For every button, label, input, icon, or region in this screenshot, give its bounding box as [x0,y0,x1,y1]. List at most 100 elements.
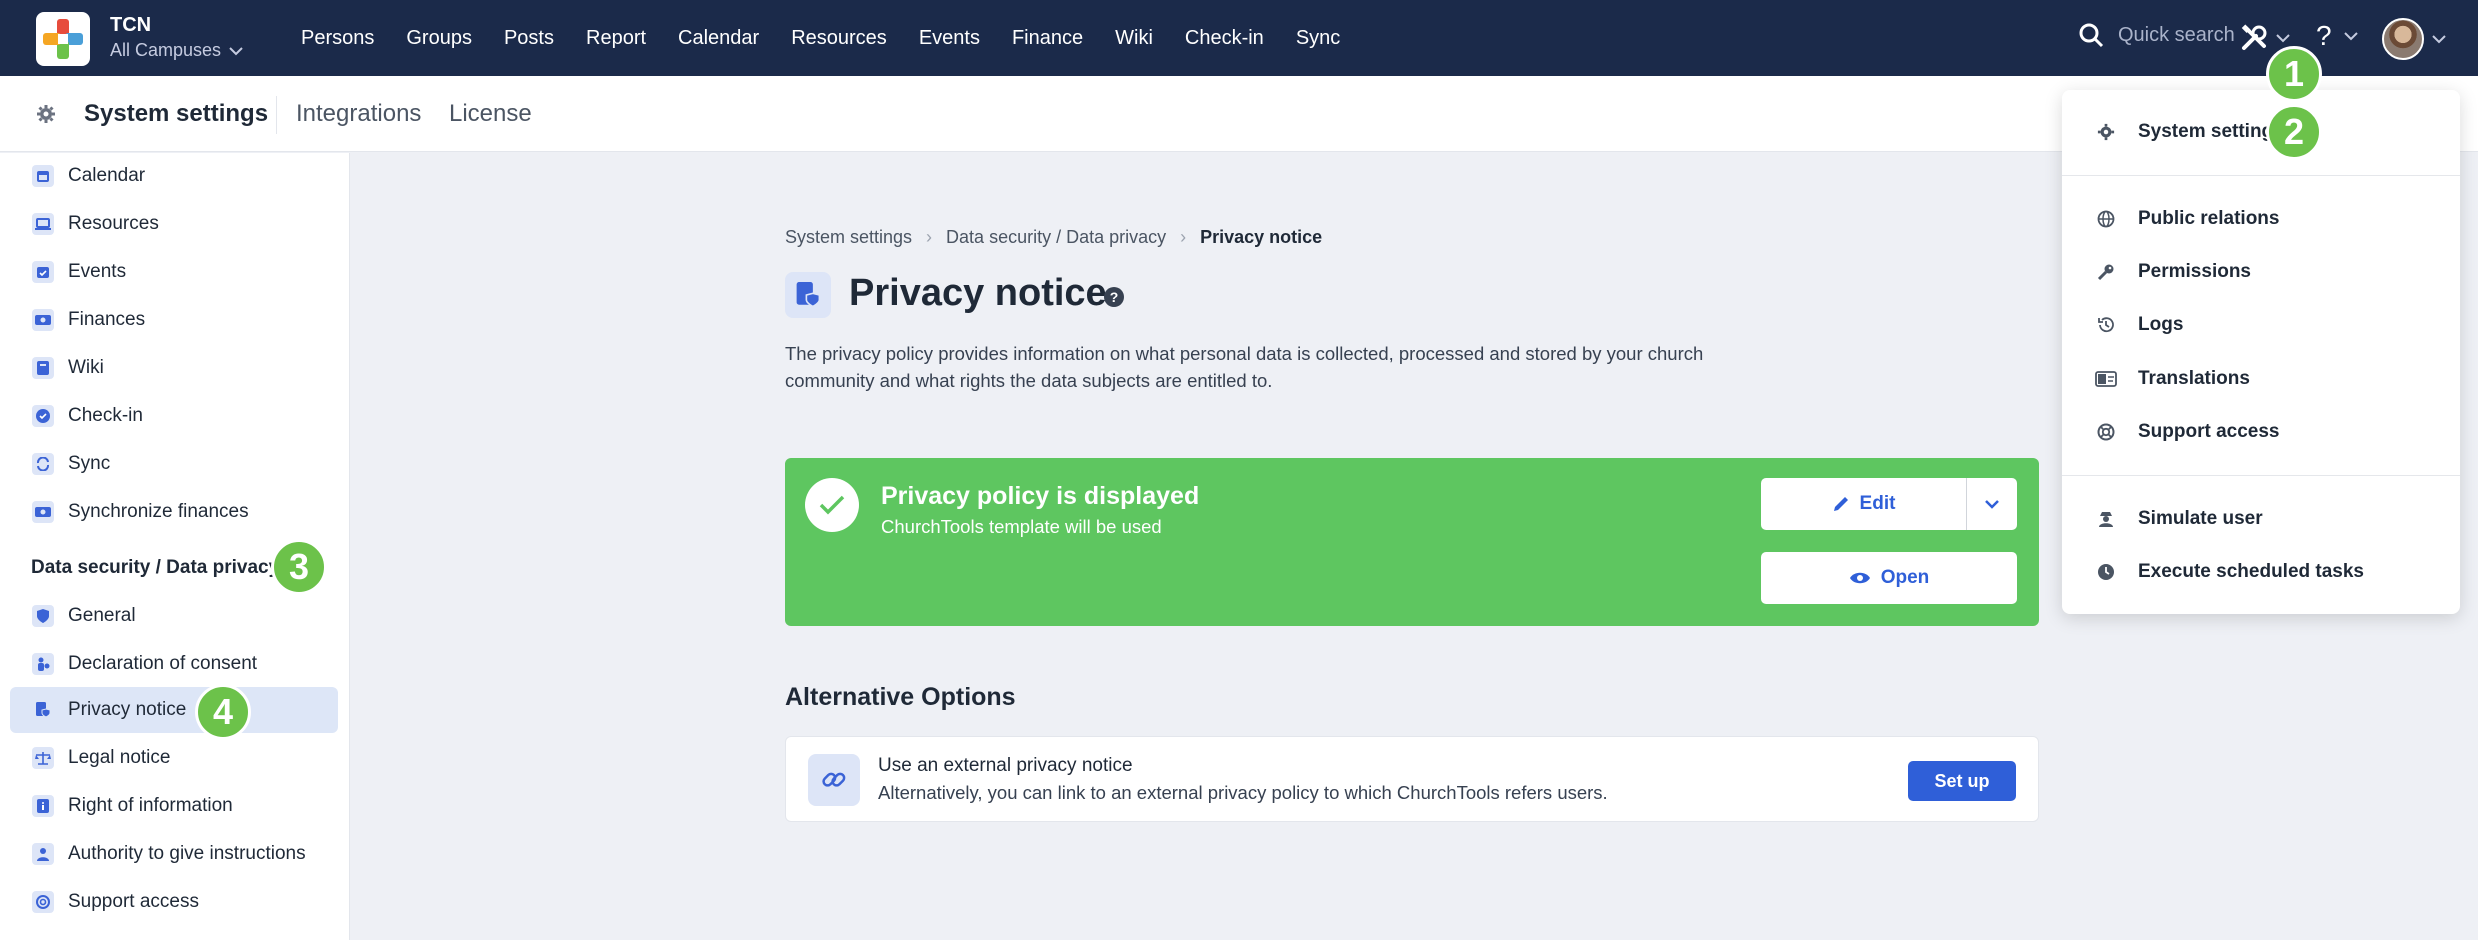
breadcrumb-current: Privacy notice [1200,227,1323,247]
book-info-icon [32,795,54,817]
chevron-right-icon: › [926,227,933,247]
help-icon[interactable]: ? [1104,287,1124,307]
sidebar-item-declaration-of-consent[interactable]: Declaration of consent [10,641,338,687]
help-icon: ? [2316,20,2332,51]
sidebar-item-wiki[interactable]: Wiki [10,345,338,391]
privacy-status-card: Privacy policy is displayed ChurchTools … [785,458,2039,626]
menu-item-simulate-user[interactable]: Simulate user [2062,497,2460,541]
page-title: Privacy notice [849,272,1107,314]
menu-item-permissions[interactable]: Permissions [2062,250,2460,294]
menu-item-support-access[interactable]: Support access [2062,410,2460,454]
nav-sync[interactable]: Sync [1280,0,1356,76]
sidebar-item-label: Right of information [68,795,233,816]
help-button[interactable]: ? [2316,20,2358,52]
nav-groups[interactable]: Groups [390,0,488,76]
sidebar-item-support-access[interactable]: Support access [10,879,338,925]
nav-wiki[interactable]: Wiki [1099,0,1169,76]
nav-finance[interactable]: Finance [996,0,1099,76]
check-icon [805,478,859,532]
tab-integrations[interactable]: Integrations [296,100,421,128]
alternative-options-heading: Alternative Options [785,683,1016,711]
menu-item-label: System settings [2138,121,2284,142]
sidebar-item-calendar[interactable]: Calendar [10,153,338,199]
org-switcher[interactable]: TCN All Campuses [110,14,243,61]
menu-divider [2062,175,2460,176]
lifebuoy-icon [2094,423,2118,441]
tools-icon [2241,24,2267,50]
edit-dropdown-toggle[interactable] [1967,478,2017,530]
nav-events[interactable]: Events [903,0,996,76]
history-icon [2094,316,2118,334]
open-button[interactable]: Open [1761,552,2017,604]
chevron-down-icon [229,46,243,55]
churchtools-logo[interactable] [36,12,90,66]
external-option-description: Alternatively, you can link to an extern… [878,782,1608,803]
sidebar-item-label: General [68,605,136,626]
status-title: Privacy policy is displayed [881,482,1200,510]
link-icon [808,754,860,806]
sidebar-item-finances[interactable]: Finances [10,297,338,343]
shield-icon [32,605,54,627]
subbar-divider [276,96,277,134]
external-privacy-option: Use an external privacy notice Alternati… [785,736,2039,822]
sidebar-item-checkin[interactable]: Check-in [10,393,338,439]
menu-item-translations[interactable]: Translations [2062,357,2460,401]
gear-icon [37,105,55,123]
avatar [2382,18,2424,60]
sidebar-item-general[interactable]: General [10,593,338,639]
sidebar-item-authority-to-give-instructions[interactable]: Authority to give instructions [10,831,338,877]
sidebar-item-right-of-information[interactable]: Right of information [10,783,338,829]
sidebar-item-legal-notice[interactable]: Legal notice [10,735,338,781]
user-menu-button[interactable] [2382,18,2446,60]
nav-calendar[interactable]: Calendar [662,0,775,76]
nav-resources[interactable]: Resources [775,0,903,76]
file-shield-icon [785,272,831,318]
menu-item-public-relations[interactable]: Public relations [2062,197,2460,241]
menu-item-label: Permissions [2138,261,2251,282]
check-circle-icon [32,405,54,427]
menu-item-system-settings[interactable]: System settings [2062,110,2460,154]
campus-selector[interactable]: All Campuses [110,40,243,61]
sidebar-item-label: Privacy notice [68,699,187,720]
step-badge-3: 3 [271,539,327,595]
quick-search[interactable]: Quick search [2078,22,2235,48]
sidebar-item-resources[interactable]: Resources [10,201,338,247]
edit-button[interactable]: Edit [1761,478,1967,530]
money-sync-icon [32,501,54,523]
subbar-title[interactable]: System settings [84,100,268,128]
menu-item-execute-scheduled-tasks[interactable]: Execute scheduled tasks [2062,550,2460,594]
sidebar-item-sync[interactable]: Sync [10,441,338,487]
breadcrumb-data-security[interactable]: Data security / Data privacy [946,227,1166,248]
nav-report[interactable]: Report [570,0,662,76]
sidebar-item-events[interactable]: Events [10,249,338,295]
file-shield-icon [32,699,54,721]
gear-icon [2094,123,2118,141]
menu-item-logs[interactable]: Logs [2062,303,2460,347]
scales-icon [32,747,54,769]
step-badge-4: 4 [195,684,251,740]
lifebuoy-icon [32,891,54,913]
chevron-right-icon: › [1180,227,1187,247]
sidebar-item-label: Declaration of consent [68,653,258,674]
menu-item-label: Simulate user [2138,508,2263,529]
sidebar-section-heading: Data security / Data privacy [31,557,280,578]
nav-posts[interactable]: Posts [488,0,570,76]
sidebar-item-label: Resources [68,213,159,234]
breadcrumb-system-settings[interactable]: System settings [785,227,912,248]
chevron-down-icon [2432,35,2446,44]
nav-checkin[interactable]: Check-in [1169,0,1280,76]
set-up-button[interactable]: Set up [1908,761,2016,801]
sidebar-item-privacy-notice[interactable]: Privacy notice [10,687,338,733]
sidebar-item-label: Calendar [68,165,146,186]
tab-license[interactable]: License [449,100,532,128]
sidebar-item-label: Sync [68,453,111,474]
money-icon [32,309,54,331]
nav-persons[interactable]: Persons [285,0,390,76]
sidebar-item-synchronize-finances[interactable]: Synchronize finances [10,489,338,535]
language-icon [2094,371,2118,387]
top-navbar: TCN All Campuses Persons Groups Posts Re… [0,0,2478,76]
sidebar-item-label: Events [68,261,127,282]
chevron-down-icon [2343,32,2358,41]
main-nav: Persons Groups Posts Report Calendar Res… [285,0,1356,76]
pencil-icon [1833,497,1848,511]
